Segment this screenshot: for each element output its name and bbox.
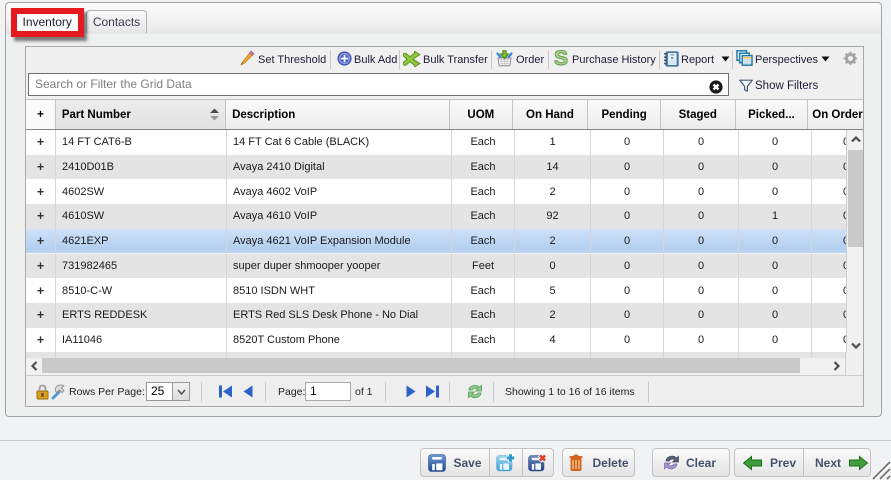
svg-text:S: S xyxy=(554,49,568,68)
